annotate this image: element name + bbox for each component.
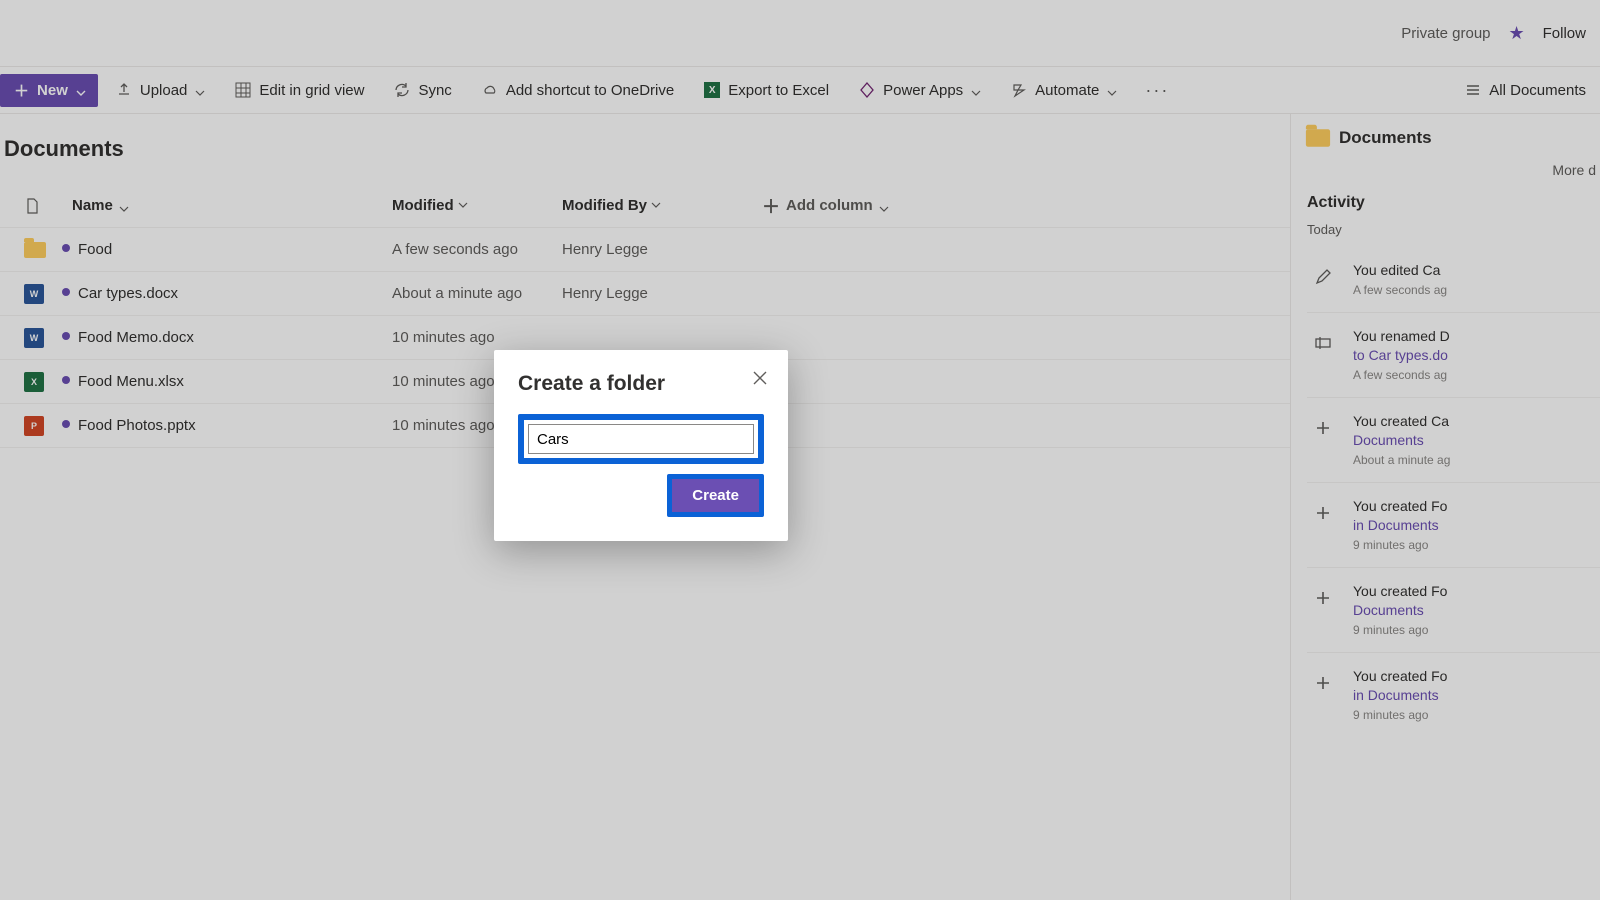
create-button[interactable]: Create — [672, 479, 759, 512]
close-button[interactable] — [746, 364, 774, 392]
create-button-highlight: Create — [667, 474, 764, 517]
dialog-title: Create a folder — [518, 372, 764, 396]
create-folder-dialog: Create a folder Create — [494, 350, 788, 541]
folder-name-input[interactable] — [528, 424, 754, 454]
close-icon — [753, 371, 767, 385]
modal-wrap: Create a folder Create — [0, 0, 1600, 900]
folder-name-highlight — [518, 414, 764, 464]
